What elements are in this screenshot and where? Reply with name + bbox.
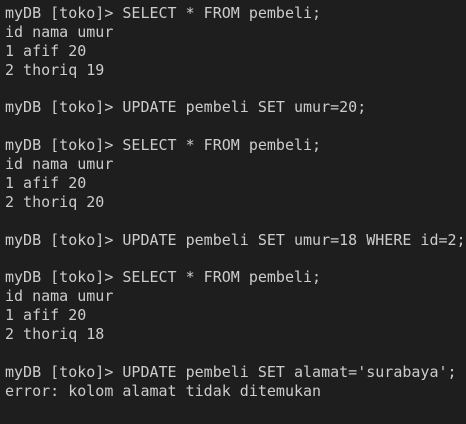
terminal-line: 2 thoriq 19 xyxy=(5,60,105,79)
terminal-line: myDB [toko]> UPDATE pembeli SET umur=20; xyxy=(5,98,367,117)
terminal-line: 1 afif 20 xyxy=(5,306,87,325)
terminal-line: id nama umur xyxy=(5,155,114,174)
terminal-line: 2 thoriq 20 xyxy=(5,192,105,211)
terminal-line: id nama umur xyxy=(5,22,114,41)
terminal-line: myDB [toko]> SELECT * FROM pembeli; xyxy=(5,268,322,287)
terminal-line: 1 afif 20 xyxy=(5,41,87,60)
terminal-line: id nama umur xyxy=(5,287,114,306)
terminal-line: 2 thoriq 18 xyxy=(5,325,105,344)
terminal-output[interactable]: myDB [toko]> SELECT * FROM pembeli; id na… xyxy=(0,0,466,401)
terminal-line: myDB [toko]> UPDATE pembeli SET alamat='… xyxy=(5,362,457,381)
terminal-line: myDB [toko]> UPDATE pembeli SET umur=18 … xyxy=(5,230,466,249)
terminal-line: 1 afif 20 xyxy=(5,174,87,193)
terminal-line: myDB [toko]> SELECT * FROM pembeli; xyxy=(5,136,322,155)
terminal-line: myDB [toko]> SELECT * FROM pembeli; xyxy=(5,4,322,22)
terminal-line: error: kolom alamat tidak ditemukan xyxy=(5,381,322,400)
